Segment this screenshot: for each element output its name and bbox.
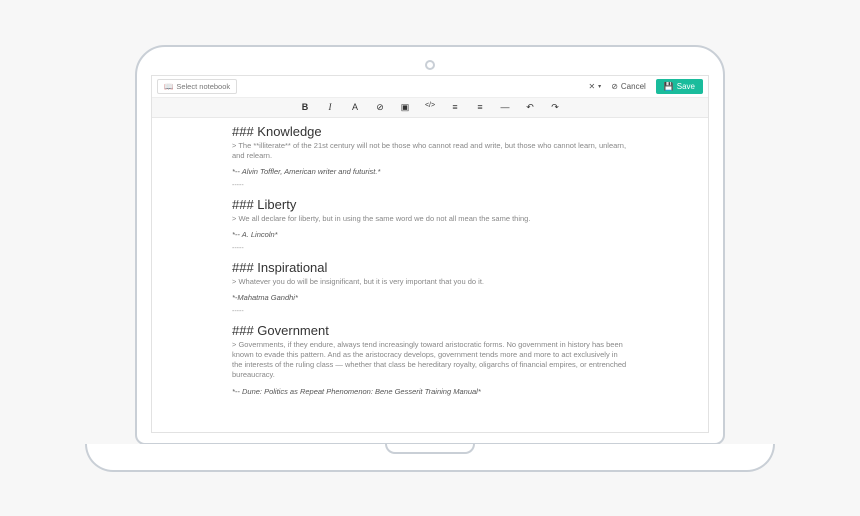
code-button[interactable]: </> [425, 102, 436, 113]
attribution: *-Mahatma Gandhi* [232, 293, 628, 302]
heading: ### Knowledge [232, 124, 628, 139]
quote-text: > We all declare for liberty, but in usi… [232, 214, 628, 224]
image-button[interactable]: ▣ [400, 102, 411, 113]
section-inspirational: ### Inspirational > Whatever you do will… [232, 260, 628, 315]
expand-icon: ✕ [588, 82, 595, 91]
notebook-placeholder: Select notebook [176, 82, 230, 91]
trackpad-notch [385, 444, 475, 454]
save-button[interactable]: 💾 Save [656, 79, 703, 94]
laptop-base [85, 444, 775, 472]
italic-button[interactable]: I [325, 102, 336, 113]
quote-text: > The **illiterate** of the 21st century… [232, 141, 628, 161]
cancel-button[interactable]: ⊘ Cancel [611, 82, 646, 91]
font-button[interactable]: A [350, 102, 361, 113]
divider: ----- [232, 182, 628, 189]
heading: ### Government [232, 323, 628, 338]
camera-icon [425, 60, 435, 70]
laptop-frame: 📖 Select notebook ✕ ▾ ⊘ Cancel 💾 Save [85, 45, 775, 472]
link-button[interactable]: ⊘ [375, 102, 386, 113]
hr-button[interactable]: — [500, 102, 511, 113]
app-screen: 📖 Select notebook ✕ ▾ ⊘ Cancel 💾 Save [151, 75, 709, 433]
ordered-list-button[interactable]: ≡ [450, 102, 461, 113]
editor-toolbar: B I A ⊘ ▣ </> ≡ ≡ — ↶ ↷ [152, 98, 708, 118]
section-liberty: ### Liberty > We all declare for liberty… [232, 197, 628, 252]
book-icon: 📖 [164, 82, 173, 91]
top-actions: ✕ ▾ ⊘ Cancel 💾 Save [588, 79, 703, 94]
attribution: *-- Alvin Toffler, American writer and f… [232, 167, 628, 176]
heading: ### Inspirational [232, 260, 628, 275]
divider: ----- [232, 245, 628, 252]
quote-text: > Whatever you do will be insignificant,… [232, 277, 628, 287]
divider: ----- [232, 308, 628, 315]
redo-button[interactable]: ↷ [550, 102, 561, 113]
unordered-list-button[interactable]: ≡ [475, 102, 486, 113]
chevron-down-icon: ▾ [598, 83, 601, 90]
notebook-selector[interactable]: 📖 Select notebook [157, 79, 237, 94]
undo-button[interactable]: ↶ [525, 102, 536, 113]
section-knowledge: ### Knowledge > The **illiterate** of th… [232, 124, 628, 189]
topbar: 📖 Select notebook ✕ ▾ ⊘ Cancel 💾 Save [152, 76, 708, 98]
heading: ### Liberty [232, 197, 628, 212]
close-icon: ⊘ [611, 82, 618, 91]
quote-text: > Governments, if they endure, always te… [232, 340, 628, 381]
bold-button[interactable]: B [300, 102, 311, 113]
attribution: *-- Dune: Politics as Repeat Phenomenon:… [232, 387, 628, 396]
fullscreen-toggle[interactable]: ✕ ▾ [588, 82, 601, 91]
attribution: *-- A. Lincoln* [232, 230, 628, 239]
save-icon: 💾 [664, 82, 674, 91]
editor-content[interactable]: ### Knowledge > The **illiterate** of th… [152, 118, 708, 432]
screen-bezel: 📖 Select notebook ✕ ▾ ⊘ Cancel 💾 Save [135, 45, 725, 445]
section-government: ### Government > Governments, if they en… [232, 323, 628, 396]
